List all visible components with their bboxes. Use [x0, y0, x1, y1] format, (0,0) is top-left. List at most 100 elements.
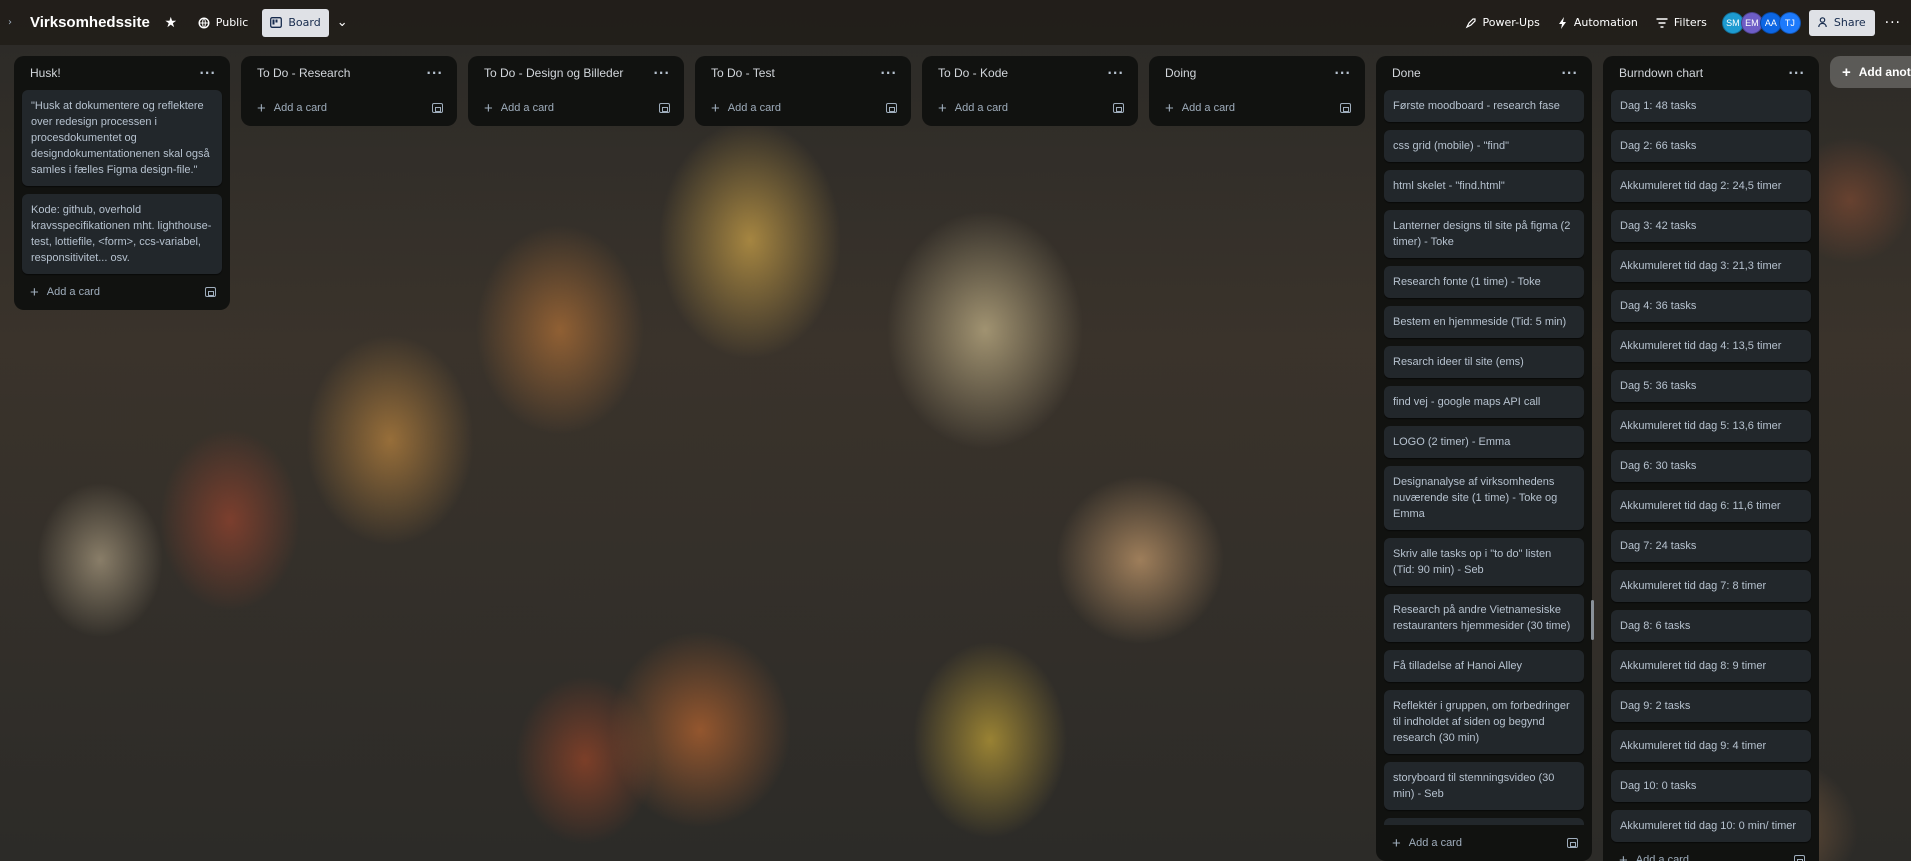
card[interactable]: storyboard til stemningsvideo (30 min) -… — [1384, 762, 1584, 810]
list-title[interactable]: To Do - Kode — [938, 66, 1008, 80]
card[interactable]: Akkumuleret tid dag 9: 4 timer — [1611, 730, 1811, 762]
list-menu-icon[interactable]: ··· — [1107, 66, 1124, 80]
list-title[interactable]: Husk! — [30, 66, 61, 80]
list-title[interactable]: To Do - Design og Billeder — [484, 66, 623, 80]
card-template-icon[interactable] — [1113, 103, 1124, 113]
avatar[interactable]: TJ — [1778, 11, 1801, 34]
board-title[interactable]: Virksomhedssite — [30, 14, 150, 31]
add-card-button[interactable]: + Add a card — [1619, 853, 1689, 861]
list-menu-icon[interactable]: ··· — [1561, 66, 1578, 80]
card-template-icon[interactable] — [432, 103, 443, 113]
card[interactable]: Få tilladelse af Hanoi Alley — [1384, 650, 1584, 682]
list-menu-icon[interactable]: ··· — [653, 66, 670, 80]
add-card-button[interactable]: + Add a card — [484, 101, 554, 116]
card-template-icon[interactable] — [1567, 838, 1578, 848]
list-menu-icon[interactable]: ··· — [199, 66, 216, 80]
list-menu-icon[interactable]: ··· — [1334, 66, 1351, 80]
list-menu-icon[interactable]: ··· — [1788, 66, 1805, 80]
board-icon — [270, 17, 283, 28]
card[interactable]: Lanterner designs til site på figma (2 t… — [1384, 210, 1584, 258]
list-menu-icon[interactable]: ··· — [880, 66, 897, 80]
card[interactable]: Akkumuleret tid dag 5: 13,6 timer — [1611, 410, 1811, 442]
automation-button[interactable]: Automation — [1549, 9, 1647, 37]
sidebar-expand-icon[interactable]: › — [8, 17, 16, 28]
add-card-button[interactable]: + Add a card — [1165, 101, 1235, 116]
card[interactable]: Dag 1: 48 tasks — [1611, 90, 1811, 122]
chevron-down-icon[interactable]: ⌄ — [329, 15, 356, 30]
card[interactable]: liste af billeder, der skal tages hos Ha… — [1384, 818, 1584, 825]
plus-icon: + — [30, 283, 39, 301]
board-view-button[interactable]: Board — [262, 8, 329, 37]
card[interactable]: Kode: github, overhold kravsspecifikatio… — [22, 194, 222, 274]
card[interactable]: Første moodboard - research fase — [1384, 90, 1584, 122]
card[interactable]: Dag 6: 30 tasks — [1611, 450, 1811, 482]
card[interactable]: Akkumuleret tid dag 4: 13,5 timer — [1611, 330, 1811, 362]
card-template-icon[interactable] — [1340, 103, 1351, 113]
add-card-button[interactable]: + Add a card — [1392, 836, 1462, 851]
list-title[interactable]: Burndown chart — [1619, 66, 1703, 80]
card-template-icon[interactable] — [659, 103, 670, 113]
card[interactable]: Dag 3: 42 tasks — [1611, 210, 1811, 242]
card[interactable]: Dag 9: 2 tasks — [1611, 690, 1811, 722]
card[interactable]: Resarch ideer til site (ems) — [1384, 346, 1584, 378]
card-template-icon[interactable] — [886, 103, 897, 113]
card[interactable]: Dag 8: 6 tasks — [1611, 610, 1811, 642]
card[interactable]: Reflektér i gruppen, om forbedringer til… — [1384, 690, 1584, 754]
automation-label: Automation — [1573, 16, 1638, 29]
power-ups-button[interactable]: Power-Ups — [1456, 9, 1549, 37]
card[interactable]: Bestem en hjemmeside (Tid: 5 min) — [1384, 306, 1584, 338]
add-card-button[interactable]: + Add a card — [938, 101, 1008, 116]
list-scrollbar[interactable] — [1591, 600, 1594, 640]
filters-button[interactable]: Filters — [1647, 9, 1716, 37]
visibility-button[interactable]: Public — [190, 9, 257, 37]
plus-icon: + — [1392, 834, 1401, 852]
add-card-button[interactable]: + Add a card — [30, 285, 100, 300]
list-to-do-test: To Do - Test ··· + Add a card — [695, 56, 911, 126]
plus-icon: + — [711, 99, 720, 117]
card[interactable]: Skriv alle tasks op i "to do" listen (Ti… — [1384, 538, 1584, 586]
more-menu-icon[interactable]: ··· — [1885, 15, 1901, 31]
add-card-button[interactable]: + Add a card — [257, 101, 327, 116]
card[interactable]: Dag 4: 36 tasks — [1611, 290, 1811, 322]
add-card-button[interactable]: + Add a card — [711, 101, 781, 116]
card[interactable]: Dag 10: 0 tasks — [1611, 770, 1811, 802]
list-header[interactable]: Burndown chart ··· — [1611, 56, 1811, 90]
card[interactable]: find vej - google maps API call — [1384, 386, 1584, 418]
card[interactable]: "Husk at dokumentere og reflektere over … — [22, 90, 222, 186]
card[interactable]: Akkumuleret tid dag 6: 11,6 timer — [1611, 490, 1811, 522]
list-menu-icon[interactable]: ··· — [426, 66, 443, 80]
card[interactable]: Dag 2: 66 tasks — [1611, 130, 1811, 162]
card[interactable]: Akkumuleret tid dag 7: 8 timer — [1611, 570, 1811, 602]
list-header[interactable]: Doing ··· — [1157, 56, 1357, 90]
card[interactable]: Research på andre Vietnamesiske restaura… — [1384, 594, 1584, 642]
star-icon[interactable]: ★ — [162, 15, 180, 31]
card[interactable]: Designanalyse af virksomhedens nuværende… — [1384, 466, 1584, 530]
list-header[interactable]: Husk! ··· — [22, 56, 222, 90]
share-button[interactable]: Share — [1808, 9, 1875, 36]
list-title[interactable]: Doing — [1165, 66, 1196, 80]
add-person-icon — [1818, 17, 1827, 28]
list-header[interactable]: To Do - Test ··· — [703, 56, 903, 90]
card-template-icon[interactable] — [205, 287, 216, 297]
card[interactable]: Dag 5: 36 tasks — [1611, 370, 1811, 402]
list-header[interactable]: Done ··· — [1384, 56, 1584, 90]
list-header[interactable]: To Do - Design og Billeder ··· — [476, 56, 676, 90]
list-title[interactable]: Done — [1392, 66, 1421, 80]
list-header[interactable]: To Do - Research ··· — [249, 56, 449, 90]
list-header[interactable]: To Do - Kode ··· — [930, 56, 1130, 90]
card[interactable]: Akkumuleret tid dag 3: 21,3 timer — [1611, 250, 1811, 282]
add-card-row: + Add a card — [476, 90, 676, 126]
card[interactable]: LOGO (2 timer) - Emma — [1384, 426, 1584, 458]
list-title[interactable]: To Do - Test — [711, 66, 775, 80]
card[interactable]: Akkumuleret tid dag 10: 0 min/ timer — [1611, 810, 1811, 842]
add-list-button[interactable]: + Add another list — [1830, 56, 1911, 88]
card-list: Dag 1: 48 tasks Dag 2: 66 tasks Akkumulere… — [1611, 90, 1811, 842]
card[interactable]: css grid (mobile) - "find" — [1384, 130, 1584, 162]
list-title[interactable]: To Do - Research — [257, 66, 350, 80]
card[interactable]: html skelet - "find.html" — [1384, 170, 1584, 202]
card[interactable]: Akkumuleret tid dag 2: 24,5 timer — [1611, 170, 1811, 202]
card[interactable]: Research fonte (1 time) - Toke — [1384, 266, 1584, 298]
card[interactable]: Dag 7: 24 tasks — [1611, 530, 1811, 562]
card[interactable]: Akkumuleret tid dag 8: 9 timer — [1611, 650, 1811, 682]
card-template-icon[interactable] — [1794, 855, 1805, 861]
